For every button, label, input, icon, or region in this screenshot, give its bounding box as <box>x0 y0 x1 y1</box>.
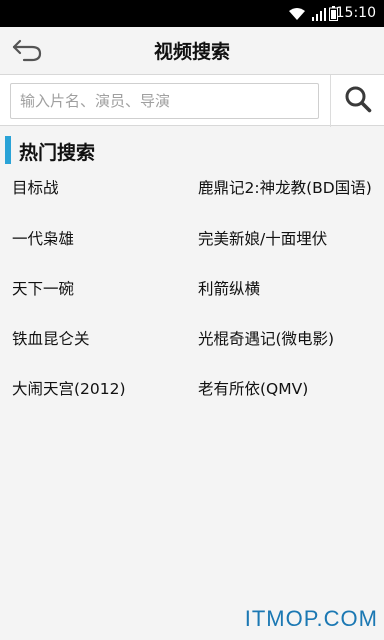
status-time: 15:10 <box>335 5 376 21</box>
hot-search-item[interactable]: 目标战 <box>12 176 59 198</box>
watermark: ITMOP.COM <box>244 606 378 631</box>
hot-search-item[interactable]: 老有所依(QMV) <box>198 377 308 399</box>
hot-search-item[interactable]: 鹿鼎记2:神龙教(BD国语) <box>198 176 372 198</box>
hot-search-item[interactable]: 铁血昆仑关 <box>12 327 90 349</box>
status-bar: 15:10 <box>0 0 384 27</box>
hot-search-header: 热门搜索 <box>0 136 384 164</box>
hot-search-item[interactable]: 利箭纵横 <box>198 277 260 299</box>
wifi-icon <box>288 6 306 25</box>
search-button[interactable] <box>331 75 384 127</box>
app-header: 视频搜索 <box>0 27 384 73</box>
page-title: 视频搜索 <box>153 41 230 63</box>
section-accent-bar <box>5 136 11 164</box>
hot-search-item[interactable]: 大闹天宫(2012) <box>12 377 126 399</box>
search-bar <box>0 74 384 127</box>
section-title: 热门搜索 <box>19 142 96 164</box>
hot-search-item[interactable]: 天下一碗 <box>12 277 74 299</box>
hot-search-item[interactable]: 一代枭雄 <box>12 227 74 249</box>
hot-search-item[interactable]: 完美新娘/十面埋伏 <box>198 227 327 249</box>
hot-search-item[interactable]: 光棍奇遇记(微电影) <box>198 327 334 349</box>
signal-icon <box>312 6 326 25</box>
search-icon <box>344 85 372 117</box>
search-input[interactable] <box>10 83 319 119</box>
